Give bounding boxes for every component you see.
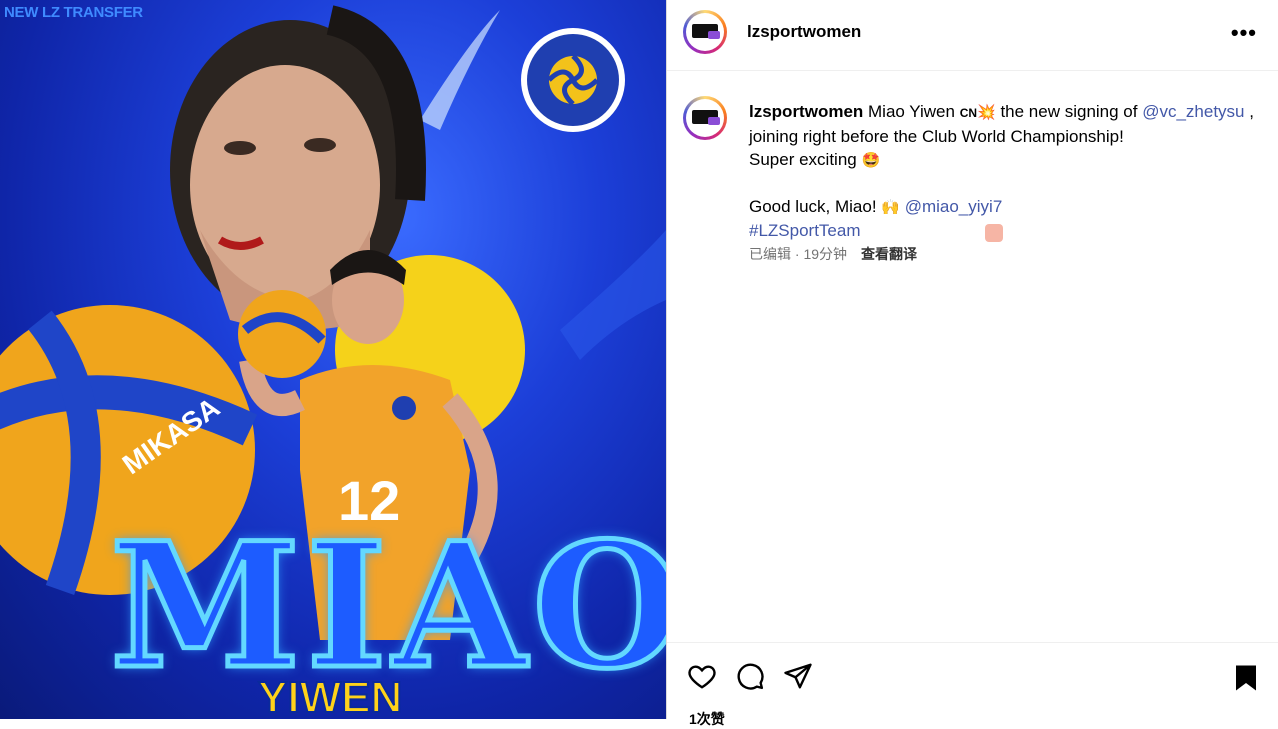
poster-name: MIAO bbox=[107, 504, 666, 707]
action-bar: 1次赞 bbox=[667, 642, 1278, 727]
country-code: CN bbox=[959, 106, 978, 120]
caption-meta: 已编辑 · 19分钟 查看翻译 bbox=[749, 244, 917, 264]
caption-line-2: Super exciting bbox=[749, 150, 862, 169]
post-image[interactable]: MIKASA 12 NEW LZ TRANSFER MIAO YIWEN bbox=[0, 0, 666, 719]
caption-username[interactable]: lzsportwomen bbox=[749, 102, 863, 121]
poster-subname: YIWEN bbox=[257, 673, 403, 720]
share-icon[interactable] bbox=[783, 661, 813, 691]
bookmark-icon[interactable] bbox=[1233, 663, 1259, 698]
caption-text-2: the new signing of bbox=[995, 102, 1143, 121]
caption-text-1: Miao Yiwen bbox=[863, 102, 960, 121]
mention-club[interactable]: @vc_zhetysu bbox=[1142, 102, 1244, 121]
edited-time: 已编辑 · 19分钟 bbox=[749, 246, 848, 262]
raised-hands-emoji: 🙌 bbox=[881, 199, 900, 216]
header-username[interactable]: lzsportwomen bbox=[747, 22, 861, 42]
mention-player[interactable]: @miao_yiyi7 bbox=[905, 197, 1003, 216]
see-translation-link[interactable]: 查看翻译 bbox=[861, 246, 917, 262]
caption-text: lzsportwomen Miao Yiwen CN💥 the new sign… bbox=[749, 100, 1269, 242]
club-crest bbox=[521, 28, 625, 132]
hashtag-link[interactable]: #LZSportTeam bbox=[749, 221, 861, 240]
caption-line-3: Good luck, Miao! bbox=[749, 197, 882, 216]
transfer-tag: NEW LZ TRANSFER bbox=[4, 4, 143, 21]
comment-icon[interactable] bbox=[735, 661, 765, 691]
avatar[interactable] bbox=[683, 10, 727, 54]
star-struck-emoji: 🤩 bbox=[861, 152, 881, 169]
heart-icon[interactable] bbox=[687, 661, 717, 691]
image-icon bbox=[985, 224, 1003, 242]
post-detail-panel: lzsportwomen ••• lzsportwomen Miao Yiwen… bbox=[666, 0, 1278, 727]
likes-count[interactable]: 1次赞 bbox=[689, 709, 725, 729]
explosion-emoji: 💥 bbox=[977, 104, 996, 121]
caption-avatar[interactable] bbox=[683, 96, 727, 140]
more-icon[interactable]: ••• bbox=[1231, 20, 1257, 46]
post-header: lzsportwomen ••• bbox=[667, 0, 1278, 71]
